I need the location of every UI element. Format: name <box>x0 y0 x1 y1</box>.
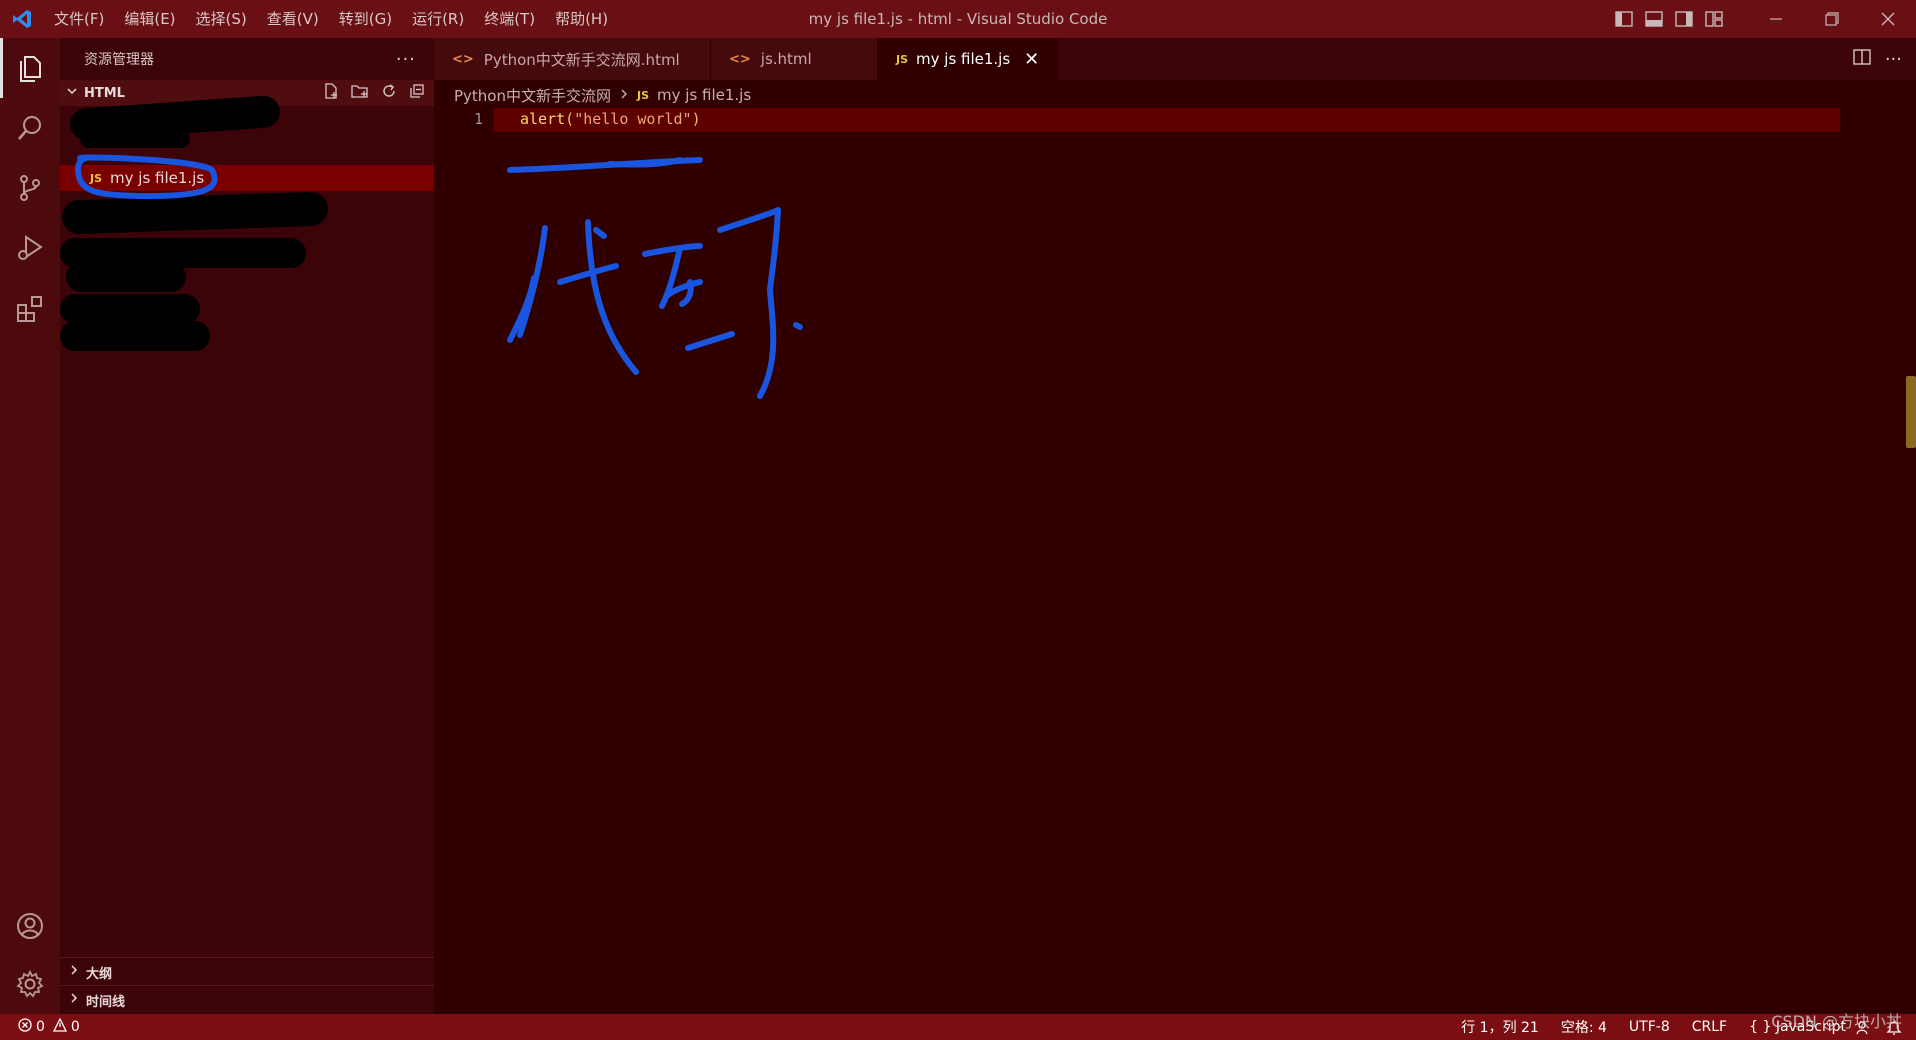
js-file-icon: JS <box>896 52 909 66</box>
menu-bar: 文件(F) 编辑(E) 选择(S) 查看(V) 转到(G) 运行(R) 终端(T… <box>44 0 618 38</box>
error-icon <box>18 1018 32 1036</box>
editor-actions: ··· <box>1853 38 1916 80</box>
account-icon[interactable] <box>0 896 60 956</box>
extensions-icon[interactable] <box>0 278 60 338</box>
editor-scrollbar[interactable] <box>1906 106 1916 1014</box>
vscode-logo-icon[interactable] <box>0 0 44 38</box>
scrollbar-thumb[interactable] <box>1906 376 1916 448</box>
js-file-icon: JS <box>637 88 650 102</box>
html-icon: <> <box>729 51 751 67</box>
more-actions-icon[interactable]: ··· <box>1885 49 1902 70</box>
redaction-scribble <box>66 262 186 292</box>
js-file-icon: JS <box>90 171 103 185</box>
more-actions-icon[interactable]: ··· <box>396 49 416 70</box>
toggle-secondary-sidebar-icon[interactable] <box>1670 0 1698 38</box>
restore-icon[interactable] <box>1804 0 1860 38</box>
code-paren-open: ( <box>565 110 575 128</box>
explorer-icon[interactable] <box>0 38 60 98</box>
chevron-right-icon <box>68 992 80 1008</box>
explorer-sidebar: 资源管理器 ··· HTML JS my js file1.js 大纲 时间线 <box>60 38 434 1014</box>
new-folder-icon[interactable] <box>350 82 370 104</box>
close-tab-icon[interactable]: ✕ <box>1024 49 1039 70</box>
warning-count: 0 <box>70 1019 80 1035</box>
breadcrumb-folder[interactable]: Python中文新手交流网 <box>454 85 611 106</box>
problems-indicator[interactable]: 0 0 <box>0 1017 80 1036</box>
code-string: "hello world" <box>574 110 692 128</box>
chevron-right-icon <box>619 86 629 104</box>
tab-python-html[interactable]: <> Python中文新手交流网.html <box>434 38 711 80</box>
split-editor-icon[interactable] <box>1853 49 1871 69</box>
close-window-icon[interactable] <box>1860 0 1916 38</box>
folder-actions <box>322 82 434 104</box>
run-debug-icon[interactable] <box>0 218 60 278</box>
watermark: CSDN @方块小丼 <box>1771 1012 1902 1031</box>
settings-gear-icon[interactable] <box>0 954 60 1014</box>
menu-help[interactable]: 帮助(H) <box>545 0 618 38</box>
breadcrumb: Python中文新手交流网 JS my js file1.js <box>454 84 751 106</box>
tab-my-js-file1[interactable]: JS my js file1.js ✕ <box>878 38 1059 80</box>
new-file-icon[interactable] <box>322 82 340 104</box>
title-controls <box>1608 0 1916 38</box>
redaction-scribble <box>60 321 210 351</box>
menu-go[interactable]: 转到(G) <box>329 0 402 38</box>
outline-section-header[interactable]: 大纲 <box>60 957 434 986</box>
menu-edit[interactable]: 编辑(E) <box>114 0 185 38</box>
toggle-panel-icon[interactable] <box>1640 0 1668 38</box>
breadcrumb-file[interactable]: my js file1.js <box>657 86 751 104</box>
code-paren-close: ) <box>691 110 701 128</box>
customize-layout-icon[interactable] <box>1700 0 1728 38</box>
outline-label: 大纲 <box>86 966 113 982</box>
redaction-scribble <box>61 191 329 235</box>
menu-file[interactable]: 文件(F) <box>44 0 114 38</box>
toggle-primary-sidebar-icon[interactable] <box>1610 0 1638 38</box>
minimize-icon[interactable] <box>1748 0 1804 38</box>
status-bar: 0 0 行 1，列 21 空格: 4 UTF-8 CRLF { } JavaSc… <box>0 1014 1916 1040</box>
braces-icon: { } <box>1749 1019 1772 1035</box>
search-icon[interactable] <box>0 98 60 158</box>
source-control-icon[interactable] <box>0 158 60 218</box>
line-ending[interactable]: CRLF <box>1692 1019 1727 1035</box>
title-bar: 文件(F) 编辑(E) 选择(S) 查看(V) 转到(G) 运行(R) 终端(T… <box>0 0 1916 38</box>
folder-name: HTML <box>84 85 125 101</box>
timeline-label: 时间线 <box>86 994 126 1010</box>
explorer-title: 资源管理器 <box>84 52 154 68</box>
tab-js-html[interactable]: <> js.html <box>711 38 878 80</box>
menu-terminal[interactable]: 终端(T) <box>474 0 545 38</box>
editor-tabs: <> Python中文新手交流网.html <> js.html JS my j… <box>434 38 1916 80</box>
line-number: 1 <box>474 110 484 128</box>
error-count: 0 <box>36 1019 45 1035</box>
code-function: alert <box>520 110 566 128</box>
indentation[interactable]: 空格: 4 <box>1561 1017 1607 1037</box>
code-editor[interactable]: 1 alert("hello world") <box>434 106 1916 1014</box>
encoding[interactable]: UTF-8 <box>1629 1019 1670 1035</box>
activity-bar <box>0 38 60 1014</box>
file-tree-item-selected[interactable]: JS my js file1.js <box>60 165 434 191</box>
file-name: my js file1.js <box>110 169 205 187</box>
menu-selection[interactable]: 选择(S) <box>186 0 257 38</box>
timeline-section-header[interactable]: 时间线 <box>60 985 434 1014</box>
redaction-scribble <box>80 130 190 148</box>
menu-view[interactable]: 查看(V) <box>257 0 329 38</box>
cursor-position[interactable]: 行 1，列 21 <box>1461 1017 1539 1037</box>
redaction-scribble <box>60 294 200 324</box>
chevron-right-icon <box>68 964 80 980</box>
menu-run[interactable]: 运行(R) <box>402 0 474 38</box>
chevron-down-icon <box>66 85 78 101</box>
tab-label: Python中文新手交流网.html <box>483 50 680 69</box>
warning-icon <box>52 1017 67 1036</box>
html-icon: <> <box>452 51 474 67</box>
refresh-icon[interactable] <box>380 82 398 104</box>
tab-label: my js file1.js <box>916 50 1011 68</box>
explorer-header: 资源管理器 ··· <box>60 38 434 80</box>
tab-label: js.html <box>760 50 812 68</box>
code-line[interactable]: alert("hello world") <box>520 110 701 128</box>
collapse-all-icon[interactable] <box>408 82 426 104</box>
